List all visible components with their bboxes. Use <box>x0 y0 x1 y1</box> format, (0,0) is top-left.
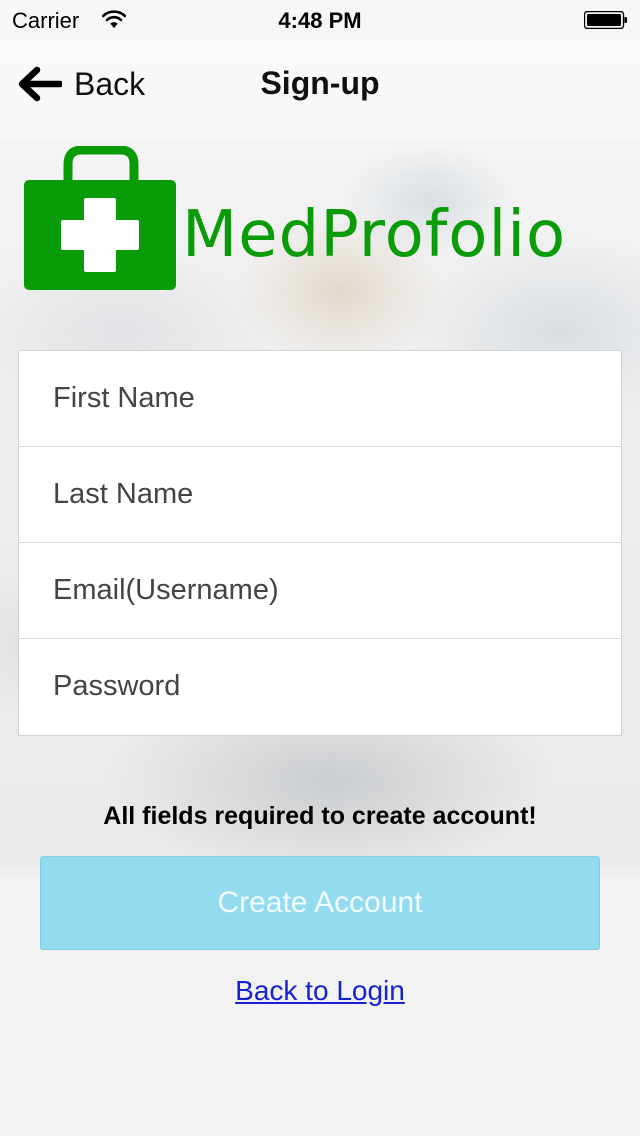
first-name-input[interactable] <box>53 351 593 446</box>
password-input[interactable] <box>53 639 593 734</box>
create-account-button[interactable]: Create Account <box>40 856 600 950</box>
last-name-row <box>19 447 621 543</box>
status-bar: Carrier 4:48 PM <box>0 0 640 40</box>
back-to-login-link[interactable]: Back to Login <box>235 975 405 1006</box>
email-input[interactable] <box>53 543 593 638</box>
back-to-login-row: Back to Login <box>0 975 640 1007</box>
required-notice: All fields required to create account! <box>103 802 537 830</box>
app-logo: MedProfolio <box>24 146 620 292</box>
password-row <box>19 639 621 735</box>
last-name-input[interactable] <box>53 447 593 542</box>
email-row <box>19 543 621 639</box>
page-title: Sign-up <box>260 65 380 101</box>
clock: 4:48 PM <box>278 8 362 33</box>
navigation-bar: Back Sign-up <box>0 40 640 138</box>
battery-icon <box>584 11 627 29</box>
signup-form <box>18 350 622 736</box>
logo-text: MedProfolio <box>182 198 567 272</box>
medical-bag-icon <box>24 146 176 290</box>
first-name-row <box>19 351 621 447</box>
